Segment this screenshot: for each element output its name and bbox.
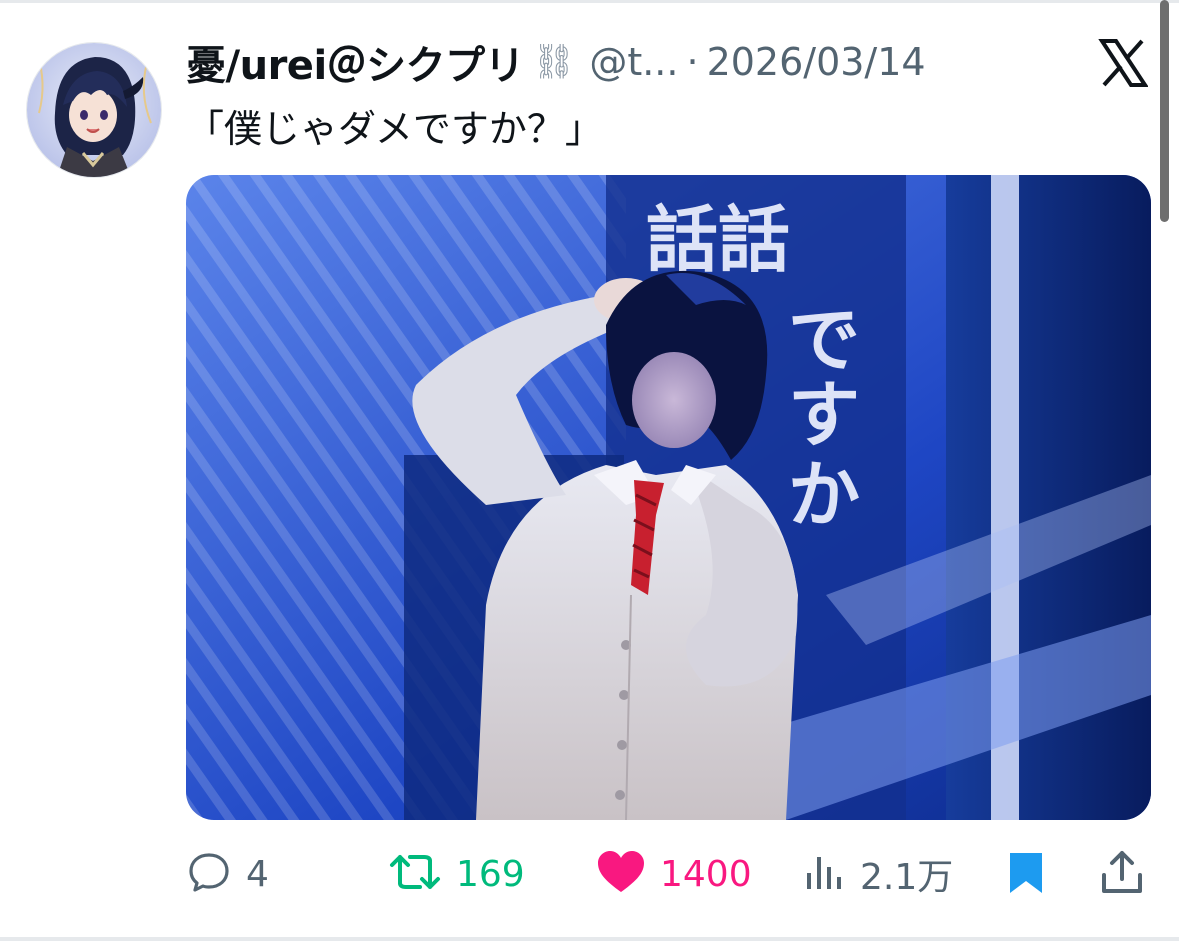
separator-dot: · [686, 40, 699, 84]
tweet-date[interactable]: 2026/03/14 [707, 40, 926, 84]
avatar[interactable] [26, 42, 162, 178]
chain-emoji: ⛓ [532, 42, 576, 82]
display-name[interactable]: 憂/urei＠シクプリ [186, 33, 525, 91]
share-button[interactable] [1098, 846, 1146, 902]
top-divider [0, 0, 1179, 3]
like-button[interactable]: 1400 [596, 846, 752, 902]
retweet-button[interactable]: 169 [388, 846, 525, 902]
user-handle[interactable]: @t... [589, 40, 678, 84]
stage-sign-text: 話話 [646, 198, 790, 282]
tweet-media-photo[interactable]: 話話 で す か [186, 175, 1151, 820]
views-button[interactable]: 2.1万 [802, 846, 953, 902]
scrollbar[interactable] [1160, 0, 1169, 222]
tweet-text: 「僕じゃダメですか？」 [186, 107, 603, 151]
svg-text:す: す [788, 373, 860, 457]
tweet-action-bar: 4 169 1400 2.1万 [186, 846, 1148, 902]
x-logo-icon[interactable] [1098, 38, 1149, 88]
bottom-divider [0, 937, 1179, 941]
like-count: 1400 [660, 853, 752, 895]
bookmark-button[interactable] [1004, 846, 1048, 902]
reply-icon [186, 849, 232, 899]
svg-text:で: で [788, 298, 860, 382]
svg-text:か: か [788, 453, 860, 537]
tweet-header: 憂/urei＠シクプリ ⛓ @t... · 2026/03/14 [186, 33, 926, 91]
reply-count: 4 [246, 853, 269, 895]
share-icon [1098, 849, 1146, 899]
retweet-icon [388, 849, 442, 899]
views-icon [802, 849, 846, 899]
retweet-count: 169 [456, 853, 525, 895]
views-count: 2.1万 [860, 857, 954, 898]
heart-icon [596, 849, 646, 899]
bookmark-icon [1004, 849, 1048, 899]
reply-button[interactable]: 4 [186, 846, 269, 902]
